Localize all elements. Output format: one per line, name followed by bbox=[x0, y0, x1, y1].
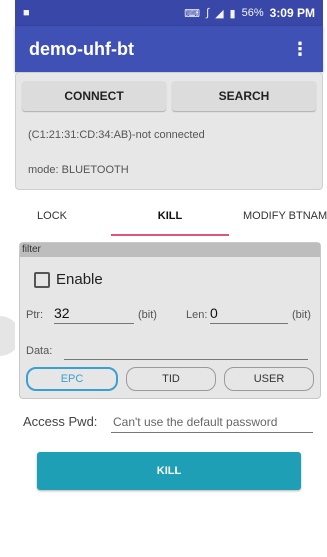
app-window: ■ ⌨ ∫ ◢ ▮ 56% 3:09 PM demo-uhf-bt ⋮ CONN… bbox=[15, 0, 327, 557]
connect-button[interactable]: CONNECT bbox=[22, 81, 166, 111]
data-row: Data: bbox=[20, 341, 320, 361]
ptr-input[interactable]: 32 bbox=[54, 305, 134, 324]
enable-label: Enable bbox=[56, 271, 103, 288]
access-pwd-input[interactable] bbox=[111, 412, 313, 433]
ptr-unit: (bit) bbox=[138, 309, 157, 321]
bank-epc-button[interactable]: EPC bbox=[26, 367, 118, 391]
more-vert-icon[interactable]: ⋮ bbox=[291, 39, 323, 60]
bank-tid-button[interactable]: TID bbox=[126, 367, 216, 391]
ptr-len-row: Ptr: 32 (bit) Len: 0 (bit) bbox=[20, 305, 320, 329]
access-pwd-label: Access Pwd: bbox=[23, 414, 98, 429]
clock: 3:09 PM bbox=[269, 6, 315, 20]
connection-mode: mode: BLUETOOTH bbox=[28, 164, 129, 176]
ptr-label: Ptr: bbox=[26, 309, 44, 321]
connection-status: (C1:21:31:CD:34:AB)-not connected bbox=[28, 129, 205, 141]
tab-modify-btname[interactable]: MODIFY BTNAM bbox=[243, 196, 327, 236]
tab-lock[interactable]: LOCK bbox=[21, 196, 83, 236]
tab-indicator bbox=[111, 234, 229, 236]
status-bar: ■ ⌨ ∫ ◢ ▮ 56% 3:09 PM bbox=[15, 0, 323, 26]
battery-percent: 56% bbox=[241, 7, 264, 19]
len-label: Len: bbox=[186, 309, 208, 321]
search-button[interactable]: SEARCH bbox=[172, 81, 316, 111]
memory-bank-selector: EPC TID USER bbox=[26, 367, 314, 393]
app-title: demo-uhf-bt bbox=[29, 38, 134, 59]
enable-checkbox[interactable] bbox=[34, 271, 50, 288]
enable-checkbox-row[interactable]: Enable bbox=[34, 271, 103, 288]
connection-panel: CONNECT SEARCH (C1:21:31:CD:34:AB)-not c… bbox=[15, 72, 323, 190]
tab-bar: LOCK KILL MODIFY BTNAM bbox=[15, 196, 327, 236]
data-input[interactable] bbox=[64, 341, 308, 360]
tab-kill[interactable]: KILL bbox=[127, 196, 213, 236]
len-input[interactable]: 0 bbox=[210, 305, 288, 324]
filter-panel: filter Enable Ptr: 32 (bit) Len: 0 (bit)… bbox=[19, 242, 321, 399]
len-unit: (bit) bbox=[292, 309, 311, 321]
notification-icon: ■ bbox=[23, 7, 30, 19]
battery-icon: ▮ bbox=[229, 7, 236, 20]
app-bar: demo-uhf-bt ⋮ bbox=[15, 26, 323, 72]
data-label: Data: bbox=[26, 345, 53, 357]
no-signal-icon: ◢ bbox=[215, 7, 224, 20]
access-pwd-row: Access Pwd: bbox=[23, 412, 313, 434]
bluetooth-icon: ∫ bbox=[206, 7, 210, 19]
kill-button[interactable]: KILL bbox=[37, 452, 301, 490]
bank-user-button[interactable]: USER bbox=[224, 367, 314, 391]
keyboard-icon: ⌨ bbox=[184, 7, 201, 20]
filter-header: filter bbox=[20, 243, 320, 257]
